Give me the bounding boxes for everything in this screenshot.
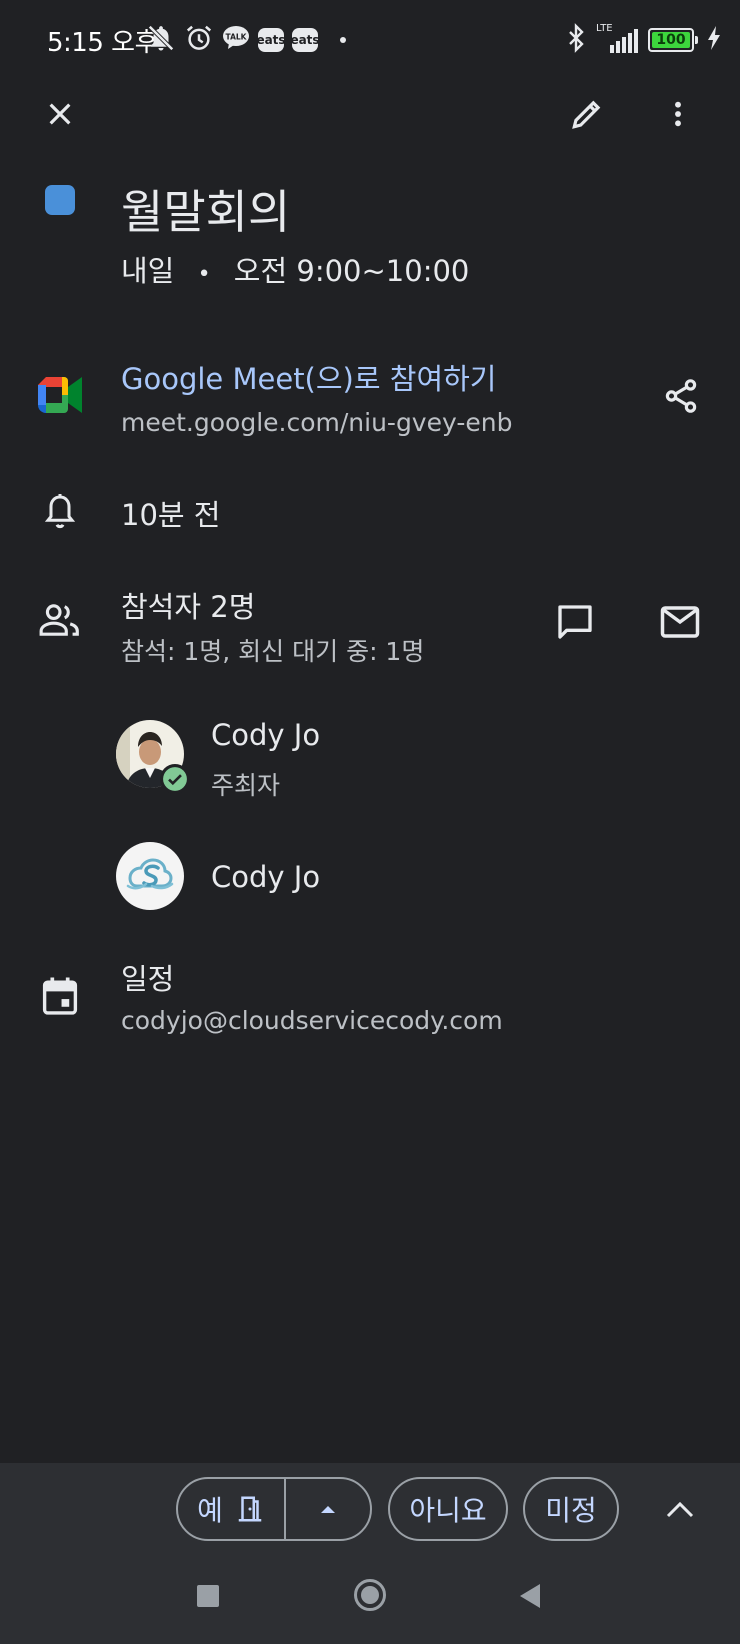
svg-text:TALK: TALK	[226, 33, 248, 42]
guest-name[interactable]: Cody Jo	[211, 718, 320, 752]
meet-join-link[interactable]: Google Meet(으)로 참여하기	[121, 356, 497, 398]
event-separator: •	[197, 262, 211, 287]
calendar-icon	[41, 976, 79, 1020]
rsvp-bar: 예 아니요 미정	[0, 1463, 740, 1555]
rsvp-maybe-button[interactable]: 미정	[523, 1477, 619, 1541]
charging-icon	[706, 25, 722, 55]
caret-up-icon	[321, 1506, 335, 1513]
guest-name-2[interactable]: Cody Jo	[211, 860, 320, 894]
status-bar: 5:15 오후 TALK eats eats LTE 100	[0, 0, 740, 80]
rsvp-yes-label: 예	[197, 1494, 223, 1527]
event-datetime: 내일 • 오전 9:00~10:00	[121, 248, 469, 290]
calendar-label: 일정	[121, 962, 175, 996]
google-meet-icon	[38, 377, 82, 417]
calendar-account: codyjo@cloudservicecody.com	[121, 1006, 503, 1035]
guest-avatar-photo[interactable]	[116, 720, 190, 794]
signal-icon: LTE	[596, 23, 640, 55]
expand-button[interactable]	[652, 1481, 708, 1537]
guest-role: 주최자	[211, 771, 281, 800]
share-icon	[665, 379, 697, 413]
rsvp-no-button[interactable]: 아니요	[388, 1477, 508, 1541]
status-notification-icons: TALK eats eats	[146, 22, 346, 58]
back-icon[interactable]	[518, 1583, 542, 1613]
event-day: 내일	[121, 254, 175, 288]
home-icon[interactable]	[354, 1579, 386, 1611]
mute-icon	[146, 23, 176, 57]
share-button[interactable]	[653, 368, 709, 424]
meet-url[interactable]: meet.google.com/niu-gvey-enb	[121, 408, 512, 437]
event-title: 월말회의	[121, 185, 291, 239]
check-circle-icon	[163, 767, 187, 791]
edit-button[interactable]	[559, 86, 615, 142]
rsvp-options-dropdown[interactable]	[286, 1479, 370, 1539]
guests-count: 참석자 2명	[121, 590, 256, 624]
people-icon	[38, 602, 82, 642]
system-navigation-bar	[0, 1555, 740, 1644]
eats-icon: eats	[256, 28, 286, 52]
chat-icon	[558, 605, 592, 639]
guests-summary: 참석: 1명, 회신 대기 중: 1명	[121, 637, 425, 666]
status-system-icons: LTE 100	[564, 22, 722, 58]
pencil-icon	[572, 100, 601, 129]
more-vert-icon	[675, 101, 681, 127]
bluetooth-icon	[564, 23, 588, 57]
rsvp-yes-group: 예	[176, 1477, 372, 1541]
close-icon	[49, 103, 71, 125]
chevron-up-icon	[666, 1501, 694, 1518]
eats-icon-2: eats	[290, 28, 320, 52]
alarm-icon	[184, 23, 214, 57]
talk-icon: TALK	[222, 24, 250, 56]
message-guests-button[interactable]	[547, 594, 603, 650]
battery-level: 100	[656, 32, 686, 48]
status-time: 5:15 오후	[47, 28, 159, 58]
reminder-label[interactable]: 10분 전	[121, 492, 220, 534]
mail-icon	[660, 606, 700, 638]
accepted-badge	[160, 764, 190, 794]
rsvp-yes-button[interactable]: 예	[178, 1479, 286, 1539]
door-icon	[238, 1496, 262, 1522]
event-time-range: 오전 9:00~10:00	[233, 254, 470, 288]
more-notifications-dot-icon	[340, 37, 346, 43]
more-options-button[interactable]	[650, 86, 706, 142]
battery-icon: 100	[648, 28, 694, 52]
email-guests-button[interactable]	[652, 594, 708, 650]
guest-avatar-logo[interactable]	[116, 842, 184, 910]
close-button[interactable]	[32, 86, 88, 142]
bell-icon	[42, 492, 78, 536]
recents-icon[interactable]	[197, 1585, 219, 1607]
event-color-swatch	[45, 185, 75, 215]
